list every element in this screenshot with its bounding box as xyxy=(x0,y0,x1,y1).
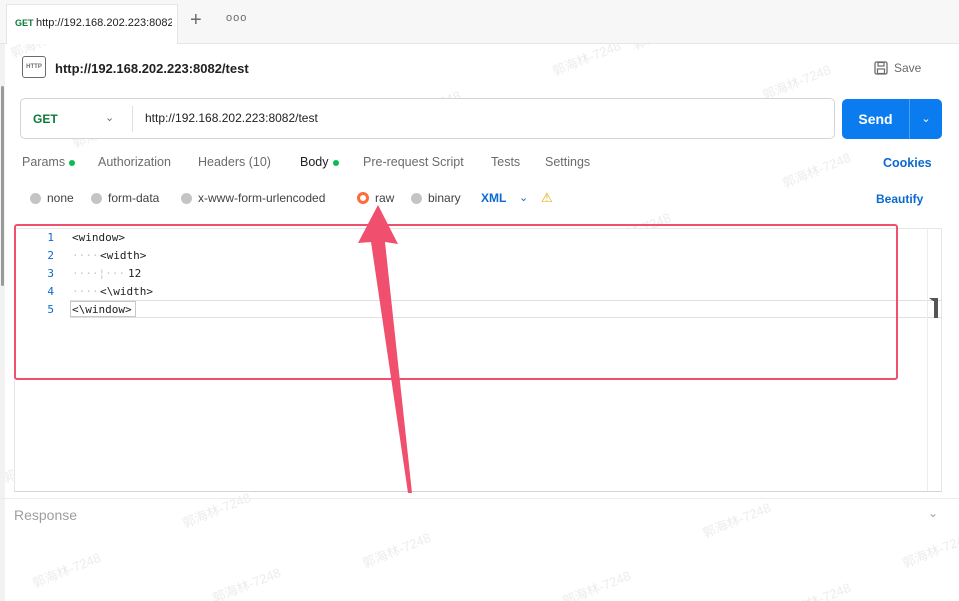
watermark: 郭海林-7248 xyxy=(780,579,853,601)
watermark: 郭海林-7248 xyxy=(210,564,283,601)
warning-icon[interactable]: ⚠ xyxy=(541,191,553,205)
url-input[interactable]: http://192.168.202.223:8082/test xyxy=(145,111,318,125)
chevron-down-icon[interactable]: ⌄ xyxy=(928,506,938,520)
method-select[interactable]: GET xyxy=(33,112,58,126)
watermark: 郭海林-7248 xyxy=(180,489,253,531)
radio-form-data-label: form-data xyxy=(108,191,160,205)
scroll-thumb[interactable] xyxy=(929,298,938,318)
tab-strip: GET http://192.168.202.223:8082/test + o… xyxy=(0,0,959,44)
radio-binary[interactable]: binary xyxy=(411,191,461,205)
annotation-box xyxy=(14,224,898,380)
divider xyxy=(0,498,959,499)
watermark: 郭海林-7248 xyxy=(900,529,959,571)
radio-none-label: none xyxy=(47,191,74,205)
save-icon xyxy=(874,61,888,75)
radio-urlencoded-label: x-www-form-urlencoded xyxy=(198,191,326,205)
tab-authorization[interactable]: Authorization xyxy=(98,155,171,169)
radio-none[interactable]: none xyxy=(30,191,74,205)
tab-params[interactable]: Params xyxy=(22,155,76,169)
radio-icon xyxy=(411,192,422,204)
request-tab[interactable]: GET http://192.168.202.223:8082/test xyxy=(6,4,178,44)
response-header[interactable]: Response xyxy=(14,507,77,523)
radio-raw-label: raw xyxy=(375,191,395,205)
beautify-button[interactable]: Beautify xyxy=(876,192,923,206)
watermark: 郭海林-7248 xyxy=(780,149,853,191)
watermark: 郭海林-7248 xyxy=(360,529,433,571)
format-select[interactable]: XML xyxy=(481,191,506,205)
tab-prerequest-script[interactable]: Pre-request Script xyxy=(363,155,464,169)
url-bar: GET ⌄ http://192.168.202.223:8082/test xyxy=(20,98,835,139)
status-dot xyxy=(69,159,76,166)
watermark: 郭海林-7248 xyxy=(700,499,773,541)
sidebar-resize-handle[interactable] xyxy=(1,86,4,286)
divider xyxy=(132,106,133,132)
tab-body-label: Body xyxy=(300,155,329,169)
radio-urlencoded[interactable]: x-www-form-urlencoded xyxy=(181,191,325,205)
tab-body[interactable]: Body xyxy=(300,155,339,169)
save-button[interactable]: Save xyxy=(874,58,921,78)
watermark: 郭海林-7248 xyxy=(30,549,103,591)
cookies-link[interactable]: Cookies xyxy=(883,156,932,170)
tab-method: GET xyxy=(15,18,34,28)
radio-icon xyxy=(91,192,102,204)
chevron-down-icon[interactable]: ⌄ xyxy=(519,191,528,204)
radio-icon xyxy=(181,192,192,204)
send-label: Send xyxy=(858,111,893,127)
radio-icon xyxy=(30,192,41,204)
radio-selected-icon xyxy=(357,192,369,204)
request-title[interactable]: http://192.168.202.223:8082/test xyxy=(55,61,249,76)
more-icon[interactable]: ooo xyxy=(226,12,247,24)
chevron-down-icon[interactable]: ⌄ xyxy=(105,111,114,124)
tab-tests[interactable]: Tests xyxy=(491,155,520,169)
send-button[interactable]: Send ⌄ xyxy=(842,99,942,139)
status-dot xyxy=(332,159,339,166)
radio-raw[interactable]: raw xyxy=(357,191,394,205)
tab-params-label: Params xyxy=(22,155,66,169)
watermark: 郭海林-7248 xyxy=(560,567,633,601)
tab-title: http://192.168.202.223:8082/test xyxy=(36,17,172,29)
plus-icon[interactable]: + xyxy=(190,10,202,30)
tab-settings[interactable]: Settings xyxy=(545,155,590,169)
http-icon: HTTP xyxy=(22,56,46,78)
radio-form-data[interactable]: form-data xyxy=(91,191,159,205)
chevron-down-icon[interactable]: ⌄ xyxy=(910,99,942,139)
radio-binary-label: binary xyxy=(428,191,461,205)
tab-headers[interactable]: Headers (10) xyxy=(198,155,271,169)
save-label: Save xyxy=(894,61,922,75)
editor-scrollbar[interactable] xyxy=(927,229,941,491)
